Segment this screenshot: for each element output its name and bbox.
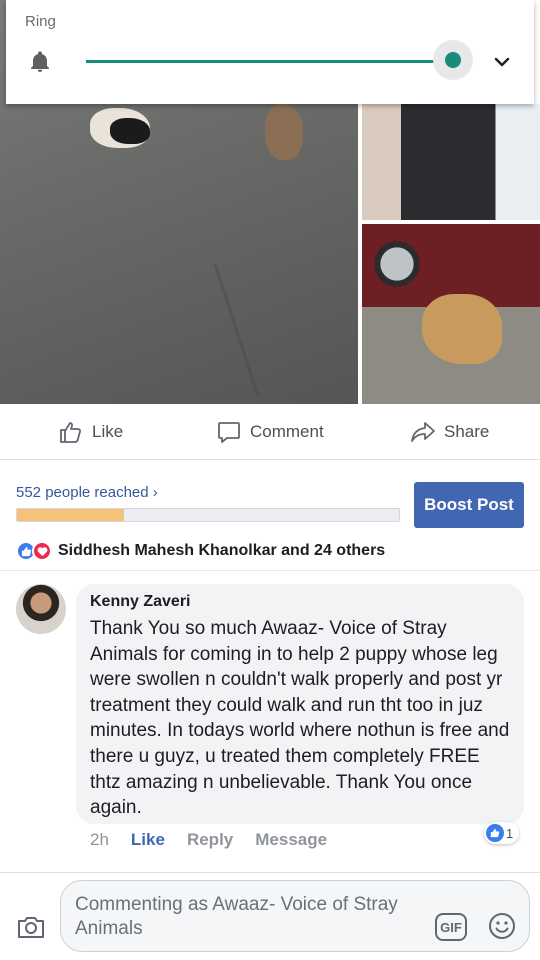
composer-divider bbox=[0, 872, 540, 873]
people-reached-link[interactable]: 552 people reached › bbox=[16, 484, 158, 501]
post-action-bar: Like Comment Share bbox=[0, 404, 540, 460]
like-button[interactable]: Like bbox=[58, 404, 123, 460]
camera-icon[interactable] bbox=[16, 912, 46, 942]
love-reaction-icon bbox=[32, 541, 52, 561]
photo-dog-shape bbox=[265, 104, 303, 160]
comment-timestamp: 2h bbox=[90, 830, 109, 849]
volume-panel: Ring bbox=[6, 0, 534, 104]
reach-progress-fill bbox=[17, 509, 124, 521]
like-reaction-icon bbox=[486, 824, 504, 842]
thumbs-up-icon bbox=[60, 422, 81, 443]
post-photo-puppy-car[interactable] bbox=[362, 104, 540, 220]
gif-button[interactable]: GIF bbox=[435, 913, 467, 941]
comment-bubble-icon bbox=[218, 422, 240, 443]
comment-like-link[interactable]: Like bbox=[131, 830, 165, 850]
photo-road-crack bbox=[213, 262, 260, 398]
reactions-summary[interactable]: Siddhesh Mahesh Khanolkar and 24 others bbox=[16, 540, 385, 562]
volume-stream-label: Ring bbox=[25, 13, 56, 30]
boost-post-button[interactable]: Boost Post bbox=[414, 482, 524, 528]
comment-bubble[interactable]: Kenny Zaveri Thank You so much Awaaz- Vo… bbox=[76, 584, 524, 824]
emoji-icon[interactable] bbox=[487, 911, 517, 941]
photo-dog-shape bbox=[422, 294, 502, 364]
comment-text: Thank You so much Awaaz- Voice of Stray … bbox=[90, 618, 510, 819]
reach-progress-bar bbox=[16, 508, 400, 522]
reaction-names: Siddhesh Mahesh Khanolkar and 24 others bbox=[58, 542, 386, 559]
comment-like-number: 1 bbox=[506, 825, 514, 841]
photo-dog-shape bbox=[110, 118, 150, 144]
share-button[interactable]: Share bbox=[410, 404, 489, 460]
comment-composer[interactable]: Commenting as Awaaz- Voice of Stray Anim… bbox=[60, 880, 530, 952]
post-photo-dog-pavement[interactable] bbox=[362, 224, 540, 404]
comment-like-count[interactable]: 1 bbox=[484, 822, 520, 844]
section-divider bbox=[0, 570, 540, 571]
share-arrow-icon bbox=[411, 422, 435, 442]
comment-reply-link[interactable]: Reply bbox=[187, 830, 233, 850]
chevron-down-icon[interactable] bbox=[490, 50, 514, 74]
volume-slider-track[interactable] bbox=[86, 60, 454, 63]
comment-button[interactable]: Comment bbox=[216, 404, 324, 460]
composer-placeholder[interactable]: Commenting as Awaaz- Voice of Stray Anim… bbox=[75, 893, 415, 941]
volume-slider-thumb[interactable] bbox=[445, 52, 461, 68]
comment-message-link[interactable]: Message bbox=[255, 830, 327, 850]
share-label: Share bbox=[444, 422, 490, 441]
comment-label: Comment bbox=[250, 422, 324, 441]
commenter-avatar[interactable] bbox=[16, 584, 66, 634]
like-label: Like bbox=[92, 422, 124, 441]
comment-author[interactable]: Kenny Zaveri bbox=[90, 592, 510, 612]
bell-icon[interactable] bbox=[28, 50, 52, 74]
comment-meta-row: 2h Like Reply Message bbox=[90, 830, 327, 850]
